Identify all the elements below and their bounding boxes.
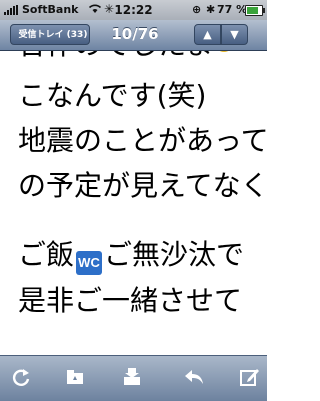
bluetooth-icon: ✱ xyxy=(206,3,216,16)
reply-icon[interactable] xyxy=(181,366,207,390)
message-line: 地震のことがあって xyxy=(18,124,267,157)
message-counter: 10/76 xyxy=(111,25,159,43)
back-button-label: 受信トレイ (33) xyxy=(18,30,88,40)
compose-icon[interactable] xyxy=(236,366,262,390)
wc-emoji-icon: WC xyxy=(76,251,103,275)
bottom-toolbar xyxy=(0,355,267,401)
message-line: の予定が見えてなく xyxy=(18,169,267,202)
refresh-icon[interactable] xyxy=(8,366,34,390)
next-message-button[interactable]: ▼ xyxy=(221,24,248,45)
message-body[interactable]: 合作のでしたま こなんです(笑) 地震のことがあって の予定が見えてなく ご飯W… xyxy=(0,51,267,353)
message-line: 是非ご一緒させて xyxy=(18,284,243,317)
folder-icon[interactable] xyxy=(62,366,88,390)
navigation-bar: 受信トレイ (33) 10/76 ▲ ▼ xyxy=(0,20,267,51)
up-arrow-icon: ▲ xyxy=(203,28,212,41)
smiley-emoji-icon xyxy=(215,51,234,52)
battery-percent: 77 % xyxy=(217,3,248,16)
previous-message-button[interactable]: ▲ xyxy=(194,24,221,45)
down-arrow-icon: ▼ xyxy=(230,28,239,41)
message-line: 合作のでしたま xyxy=(18,51,234,63)
move-icon[interactable] xyxy=(119,366,145,390)
message-line: こなんです(笑) xyxy=(18,79,207,112)
back-to-inbox-button[interactable]: 受信トレイ (33) xyxy=(10,24,90,45)
message-line: ご飯 WC ご無沙汰で xyxy=(18,237,244,275)
rotation-lock-icon: ⊕ xyxy=(192,3,202,16)
battery-icon xyxy=(245,5,265,16)
status-bar: SoftBank ✳ 12:22 ⊕ ✱ 77 % xyxy=(0,0,267,20)
